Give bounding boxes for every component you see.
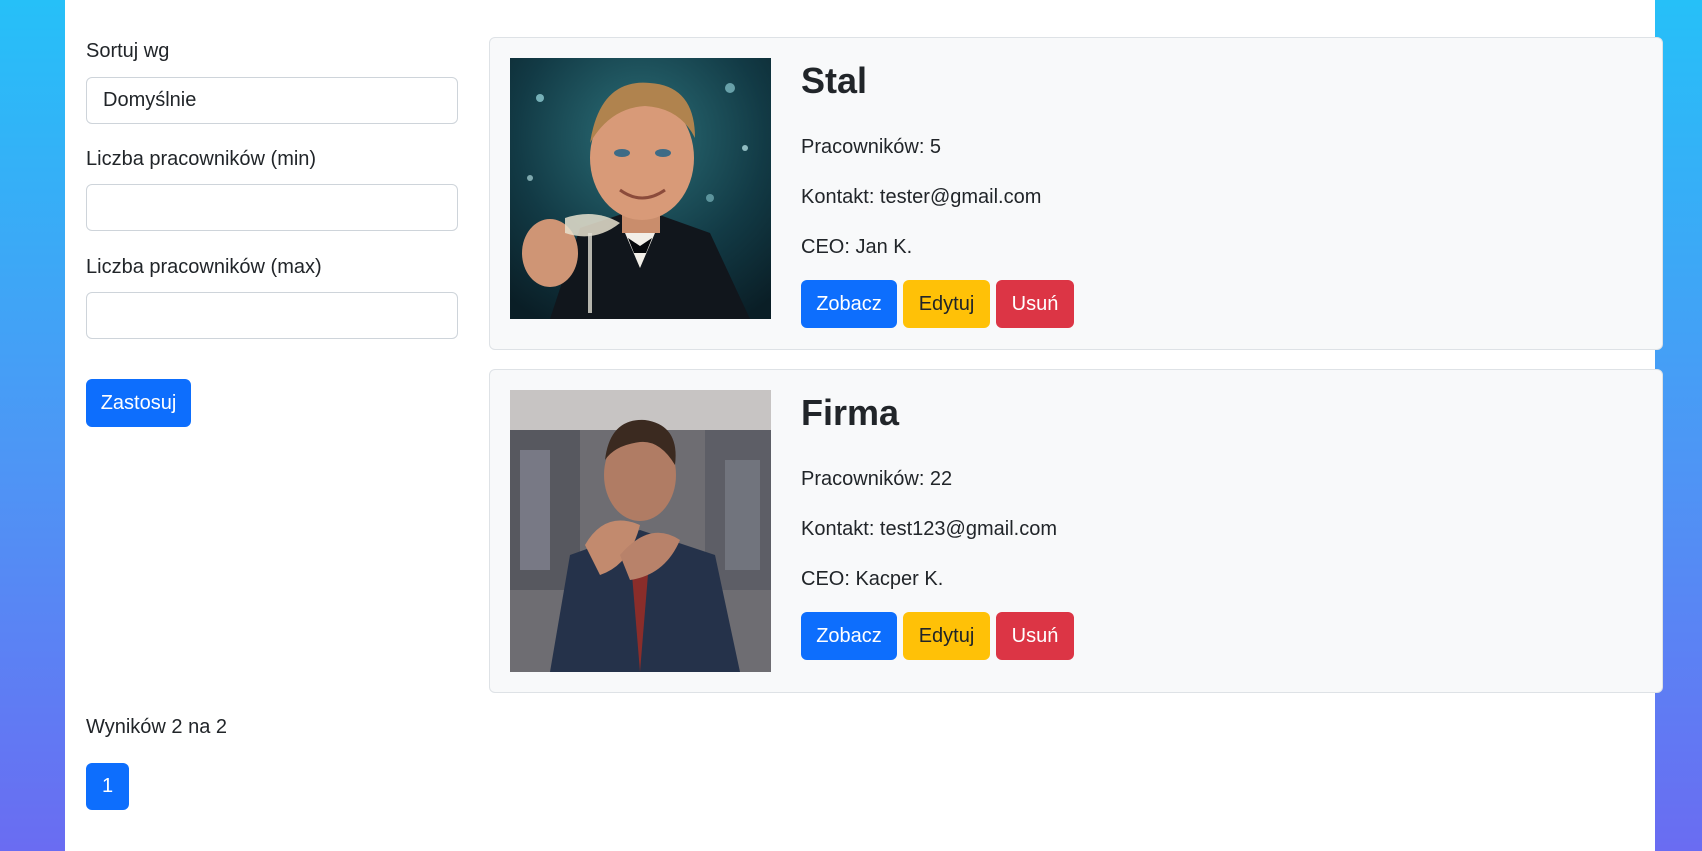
company-card: Firma Pracowników: 22 Kontakt: test123@g… — [489, 369, 1663, 693]
ceo-name: CEO: Jan K. — [801, 236, 913, 258]
apply-filters-button[interactable]: Zastosuj — [86, 379, 191, 427]
sort-select-value: Domyślnie — [103, 89, 197, 111]
company-name: Stal — [801, 60, 868, 101]
delete-button[interactable]: Usuń — [996, 280, 1074, 328]
clapping-man-photo-icon — [510, 390, 771, 672]
contact-email: Kontakt: test123@gmail.com — [801, 518, 1057, 540]
ceo-name: CEO: Kacper K. — [801, 568, 944, 590]
edit-button[interactable]: Edytuj — [903, 280, 990, 328]
edit-button[interactable]: Edytuj — [903, 612, 990, 660]
contact-email: Kontakt: tester@gmail.com — [801, 186, 1042, 208]
view-button[interactable]: Zobacz — [801, 612, 897, 660]
delete-button[interactable]: Usuń — [996, 612, 1074, 660]
main-container: Sortuj wg Domyślnie Liczba pracowników (… — [65, 0, 1663, 851]
min-employees-label: Liczba pracowników (min) — [86, 148, 317, 170]
max-employees-label: Liczba pracowników (max) — [86, 256, 322, 278]
results-summary: Wyników 2 na 2 — [86, 716, 227, 738]
pagination-page-1[interactable]: 1 — [86, 763, 129, 810]
company-name: Firma — [801, 392, 900, 433]
view-button[interactable]: Zobacz — [801, 280, 897, 328]
employee-count: Pracowników: 5 — [801, 136, 942, 158]
sort-select[interactable]: Domyślnie — [86, 77, 458, 124]
sort-label: Sortuj wg — [86, 40, 170, 62]
company-card: Stal Pracowników: 5 Kontakt: tester@gmai… — [489, 37, 1663, 350]
max-employees-input[interactable] — [86, 292, 458, 339]
employee-count: Pracowników: 22 — [801, 468, 953, 490]
toasting-man-photo-icon — [510, 58, 771, 319]
min-employees-input[interactable] — [86, 184, 458, 231]
